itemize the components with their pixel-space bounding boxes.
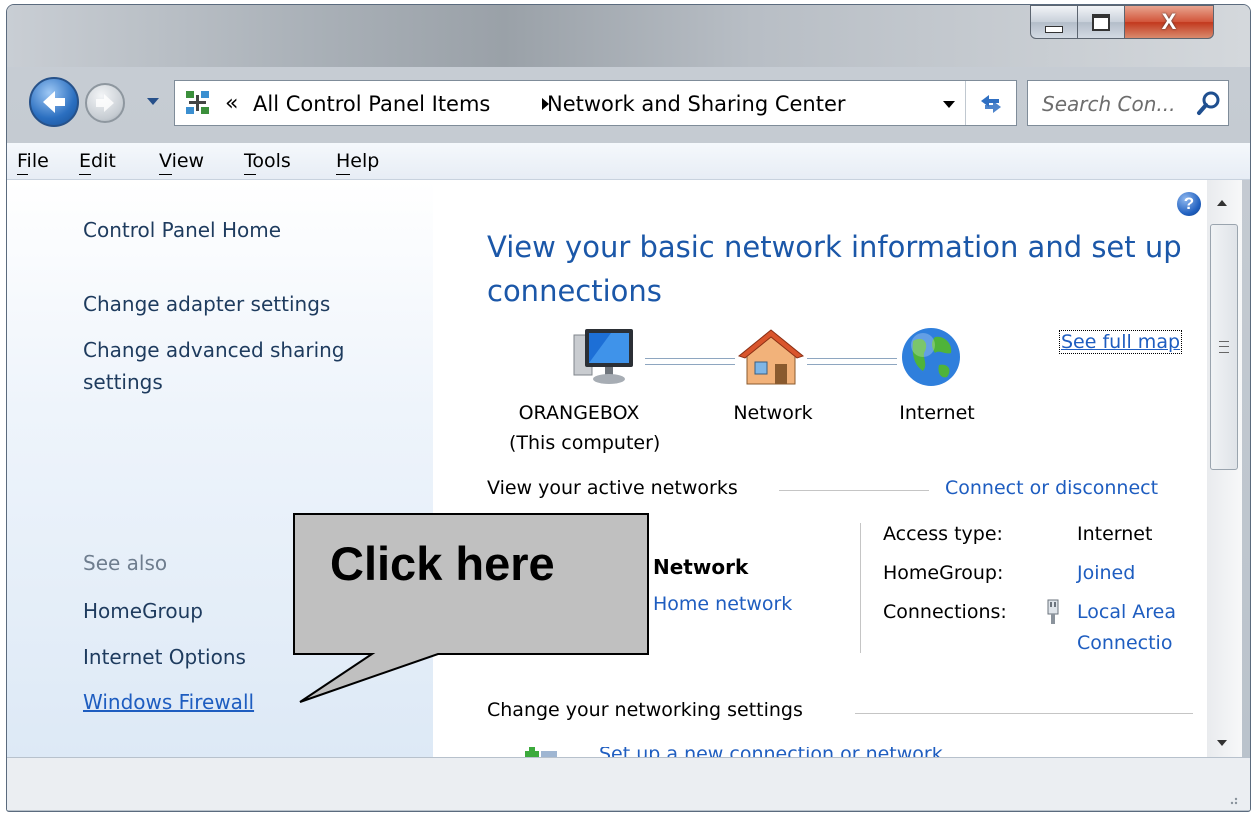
computer-name-label: ORANGEBOX (518, 402, 640, 424)
sidebar-link-internet-options[interactable]: Internet Options (83, 645, 246, 669)
local-area-connection-link-cont[interactable]: Connectio (1077, 632, 1172, 654)
address-history-dropdown[interactable] (943, 101, 955, 108)
new-connection-icon (525, 747, 557, 757)
menu-underline-h (336, 174, 350, 175)
menu-underline-e (79, 174, 91, 175)
menu-view[interactable]: View (159, 150, 204, 172)
arrow-left-icon (43, 91, 65, 113)
title-bar[interactable]: X (7, 5, 1250, 67)
wired-connection-icon (1047, 599, 1059, 624)
breadcrumb-all-control-panel-items[interactable]: All Control Panel Items (253, 92, 490, 116)
address-divider (965, 81, 966, 125)
window: X « All Control Panel Items Network and … (6, 4, 1251, 812)
network-center-icon (186, 91, 209, 114)
help-glyph: ? (1183, 194, 1195, 213)
vertical-scrollbar[interactable] (1207, 180, 1242, 757)
minimize-icon (1045, 25, 1063, 33)
recent-pages-dropdown[interactable] (147, 98, 159, 105)
minimize-button[interactable] (1030, 5, 1078, 39)
maximize-button[interactable] (1077, 5, 1125, 39)
scrollbar-thumb[interactable] (1210, 224, 1238, 470)
task-pane: Control Panel Home Change adapter settin… (7, 180, 433, 757)
connect-or-disconnect-link[interactable]: Connect or disconnect (945, 477, 1158, 499)
sidebar-link-windows-firewall[interactable]: Windows Firewall (83, 690, 254, 714)
local-area-connection-link[interactable]: Local Area (1077, 601, 1176, 623)
sidebar-link-homegroup[interactable]: HomeGroup (83, 599, 203, 623)
internet-globe-icon[interactable] (899, 325, 963, 389)
access-type-label: Access type: (883, 523, 1003, 545)
menu-tools[interactable]: Tools (244, 150, 291, 172)
home-network-link[interactable]: Home network (653, 593, 792, 615)
menu-file[interactable]: File (17, 150, 49, 172)
network-details-divider (860, 523, 861, 653)
forward-button[interactable] (85, 83, 125, 123)
status-bar (7, 757, 1250, 810)
address-bar[interactable]: « All Control Panel Items Network and Sh… (174, 80, 1017, 126)
computer-icon[interactable] (571, 325, 641, 391)
address-overflow-chevron[interactable]: « (225, 91, 238, 116)
search-input[interactable]: Search Con... (1042, 92, 1175, 116)
scrollbar-grip-icon (1219, 341, 1229, 353)
see-full-map-link[interactable]: See full map (1059, 330, 1183, 354)
page-title: View your basic network information and … (487, 230, 1182, 264)
sidebar-link-change-advanced-sharing-cont[interactable]: settings (83, 370, 163, 394)
refresh-icon[interactable] (975, 87, 1007, 119)
arrow-right-icon (96, 94, 114, 112)
scrollbar-grip-line (1219, 346, 1229, 347)
sidebar-link-control-panel-home[interactable]: Control Panel Home (83, 218, 281, 242)
change-settings-divider (855, 713, 1193, 714)
search-box[interactable]: Search Con... (1027, 80, 1229, 126)
access-type-value: Internet (1077, 523, 1153, 545)
link-network-to-internet (807, 358, 897, 365)
homegroup-joined-link[interactable]: Joined (1077, 562, 1135, 584)
active-networks-label: View your active networks (487, 477, 738, 499)
see-also-heading: See also (83, 551, 168, 575)
breadcrumb-network-and-sharing-center[interactable]: Network and Sharing Center (547, 92, 846, 116)
scroll-up-arrow-icon[interactable] (1217, 200, 1227, 206)
menu-edit[interactable]: Edit (79, 150, 116, 172)
network-name: Network (653, 555, 749, 579)
network-label: Network (733, 402, 813, 424)
sidebar-link-change-adapter-settings[interactable]: Change adapter settings (83, 292, 330, 316)
menu-help[interactable]: Help (336, 150, 379, 172)
active-networks-divider (779, 490, 929, 491)
resize-grip-icon[interactable] (1207, 787, 1242, 807)
internet-label: Internet (899, 402, 975, 424)
home-network-icon[interactable] (737, 328, 805, 390)
close-button[interactable]: X (1124, 5, 1214, 39)
content-pane: ? View your basic network information an… (433, 180, 1207, 757)
menu-bar: File Edit View Tools Help (7, 143, 1250, 180)
menu-underline-f (17, 174, 28, 175)
close-icon: X (1161, 9, 1177, 34)
computer-sub-label: (This computer) (509, 432, 661, 454)
back-button[interactable] (29, 77, 79, 127)
help-icon[interactable]: ? (1177, 192, 1201, 216)
change-settings-label: Change your networking settings (487, 699, 803, 721)
setup-connection-link[interactable]: Set up a new connection or network (599, 747, 943, 757)
scroll-down-arrow-icon[interactable] (1217, 740, 1227, 746)
link-computer-to-network (645, 358, 735, 365)
setup-connection-item[interactable]: Set up a new connection or network (521, 747, 1041, 757)
menu-underline-t (244, 174, 256, 175)
page-title-cont: connections (487, 274, 662, 308)
connections-label: Connections: (883, 601, 1007, 623)
homegroup-label: HomeGroup: (883, 562, 1004, 584)
search-icon[interactable] (1196, 90, 1222, 116)
callout-text: Click here (330, 537, 555, 590)
menu-underline-v (159, 174, 172, 175)
sidebar-link-change-advanced-sharing[interactable]: Change advanced sharing (83, 338, 345, 362)
maximize-icon (1092, 13, 1110, 31)
